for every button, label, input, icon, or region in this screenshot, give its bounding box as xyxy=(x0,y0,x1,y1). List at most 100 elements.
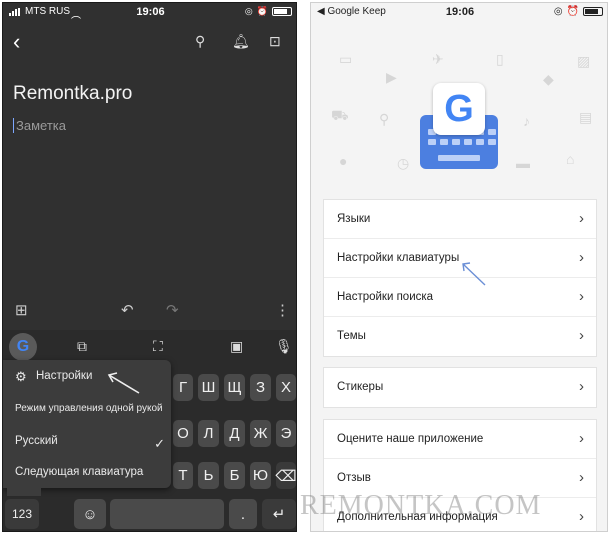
note-title[interactable]: Remontka.pro xyxy=(13,83,132,105)
settings-item-label: Стикеры xyxy=(337,381,384,393)
google-g-logo: G xyxy=(433,83,485,135)
check-icon: ✓ xyxy=(154,436,165,451)
backspace-key[interactable]: ⌫ xyxy=(275,462,297,489)
emoji-icon: ☺ xyxy=(82,505,98,523)
sticker-icon[interactable]: ⛶ xyxy=(153,338,163,355)
key-t[interactable]: Т xyxy=(173,462,193,489)
lock-rotation-icon: ◎ xyxy=(553,6,563,17)
space-key[interactable] xyxy=(110,499,224,529)
key-l[interactable]: Л xyxy=(198,420,219,447)
clock-icon: ◷ xyxy=(397,155,410,171)
more-vert-icon[interactable]: ⋮ xyxy=(275,301,290,319)
archive-icon[interactable]: ⊡ xyxy=(269,33,281,50)
chevron-right-icon: › xyxy=(579,288,584,305)
popup-stem xyxy=(7,486,41,496)
lock-rotation-icon: ◎ xyxy=(244,6,253,16)
annotation-arrow-left xyxy=(107,372,140,394)
airplane-icon: ✈ xyxy=(432,51,444,67)
backspace-icon: ⌫ xyxy=(275,467,297,485)
settings-item-stickers[interactable]: Стикеры › xyxy=(324,368,596,407)
menu-item-settings[interactable]: Настройки xyxy=(36,370,92,382)
car-icon: ⛟ xyxy=(331,107,349,123)
key-zh[interactable]: Ж xyxy=(250,420,271,447)
settings-item-rate-app[interactable]: Оцените наше приложение › xyxy=(324,420,596,459)
key-yu[interactable]: Ю xyxy=(250,462,271,489)
bell-icon[interactable]: 🔔︎ xyxy=(232,33,250,50)
note-body-input[interactable]: Заметка xyxy=(13,118,66,133)
redo-icon[interactable]: ↷ xyxy=(166,301,179,319)
settings-item-label: Языки xyxy=(337,213,371,225)
settings-item-label: Настройки клавиатуры xyxy=(337,252,460,264)
briefcase-icon: ▭ xyxy=(339,51,353,67)
settings-item-label: Оцените наше приложение xyxy=(337,433,484,445)
play-icon: ▶ xyxy=(386,69,397,85)
note-toolbar: ‹ ⚲ 🔔︎ ⊡ xyxy=(3,29,296,57)
location-icon: ⚲ xyxy=(379,111,390,127)
book-icon: ▯ xyxy=(496,51,504,67)
gboard-hero-banner: ▭ ▶ ✈ ▯ ◆ ▨ ⛟ ⚲ ♪ ▤ ● ◷ ▬ ⌂ G xyxy=(311,23,607,193)
key-b[interactable]: Б xyxy=(224,462,245,489)
google-g-label: G xyxy=(16,338,30,355)
microphone-icon[interactable]: 🎙︎ xyxy=(275,338,293,355)
google-g-letter: G xyxy=(444,87,474,130)
screenshot-stage: MTS RUS ︵ 19:06 ◎ ⏰ ‹ ⚲ 🔔︎ ⊡ Remontka.pr… xyxy=(0,0,610,534)
menu-item-language[interactable]: Русский xyxy=(15,435,58,447)
status-bar: ◀ Google Keep 19:06 ◎ ⏰ xyxy=(311,3,607,21)
key-g[interactable]: Г xyxy=(173,374,193,401)
pin-icon[interactable]: ⚲ xyxy=(195,33,205,50)
menu-item-one-hand[interactable]: Режим управления одной рукой xyxy=(15,403,163,414)
settings-item-languages[interactable]: Языки › xyxy=(324,200,596,239)
status-bar: MTS RUS ︵ 19:06 ◎ ⏰ xyxy=(3,3,296,21)
note-bottom-bar: ⊞ ↶ ↷ ⋮ xyxy=(3,297,296,325)
alarm-icon: ⏰ xyxy=(256,6,268,16)
gif-icon[interactable]: ▣ xyxy=(230,338,243,355)
chevron-right-icon: › xyxy=(579,378,584,395)
keyboard-toolbar: G ⧉ ⛶ ▣ 🎙︎ xyxy=(3,330,296,364)
home-icon: ⌂ xyxy=(566,151,575,167)
key-d[interactable]: Д xyxy=(224,420,245,447)
enter-icon: ↵ xyxy=(272,506,286,523)
chevron-right-icon: › xyxy=(579,210,584,227)
person-icon: ● xyxy=(339,153,348,169)
settings-item-label: Темы xyxy=(337,330,366,342)
add-box-icon[interactable]: ⊞ xyxy=(15,301,28,319)
settings-item-themes[interactable]: Темы › xyxy=(324,317,596,356)
key-z[interactable]: З xyxy=(250,374,271,401)
battery-icon xyxy=(272,7,292,16)
chevron-right-icon: › xyxy=(579,469,584,486)
annotation-arrow-right xyxy=(462,262,486,286)
key-e[interactable]: Э xyxy=(276,420,296,447)
enter-key[interactable]: ↵ xyxy=(262,499,296,529)
key-o[interactable]: О xyxy=(173,420,193,447)
right-phone-gboard-settings: ◀ Google Keep 19:06 ◎ ⏰ ▭ ▶ ✈ ▯ ◆ ▨ ⛟ ⚲ … xyxy=(310,2,608,532)
ticket-icon: ▬ xyxy=(516,155,530,171)
back-arrow-icon[interactable]: ‹ xyxy=(13,29,20,55)
chevron-right-icon: › xyxy=(579,327,584,344)
chevron-right-icon: › xyxy=(579,430,584,447)
settings-item-label: Отзыв xyxy=(337,472,371,484)
watermark: REMONTKA.COM xyxy=(300,490,542,521)
key-sh[interactable]: Ш xyxy=(198,374,219,401)
left-phone-keep-note: MTS RUS ︵ 19:06 ◎ ⏰ ‹ ⚲ 🔔︎ ⊡ Remontka.pr… xyxy=(2,2,297,532)
google-g-button[interactable]: G xyxy=(9,333,37,361)
battery-icon xyxy=(583,7,603,16)
key-soft-sign[interactable]: Ь xyxy=(198,462,219,489)
emoji-key[interactable]: ☺ xyxy=(74,499,106,529)
settings-item-label: Настройки поиска xyxy=(337,291,434,303)
image-icon: ▨ xyxy=(577,53,591,69)
menu-item-next-keyboard[interactable]: Следующая клавиатура xyxy=(15,466,143,478)
undo-icon[interactable]: ↶ xyxy=(121,301,134,319)
direction-icon: ◆ xyxy=(543,71,554,87)
calendar-icon: ▤ xyxy=(579,109,593,125)
key-shch[interactable]: Щ xyxy=(224,374,245,401)
key-h[interactable]: Х xyxy=(276,374,296,401)
alarm-icon: ⏰ xyxy=(566,6,579,17)
mic-icon: ♪ xyxy=(523,113,530,129)
chevron-right-icon: › xyxy=(579,249,584,266)
numbers-key[interactable]: 123 xyxy=(5,499,39,529)
gboard-popup-menu: ⚙ Настройки Режим управления одной рукой… xyxy=(3,360,171,488)
settings-group-stickers: Стикеры › xyxy=(323,367,597,408)
period-key[interactable]: . xyxy=(229,499,257,529)
gear-icon: ⚙ xyxy=(15,369,27,384)
translate-icon[interactable]: ⧉ xyxy=(77,338,87,355)
